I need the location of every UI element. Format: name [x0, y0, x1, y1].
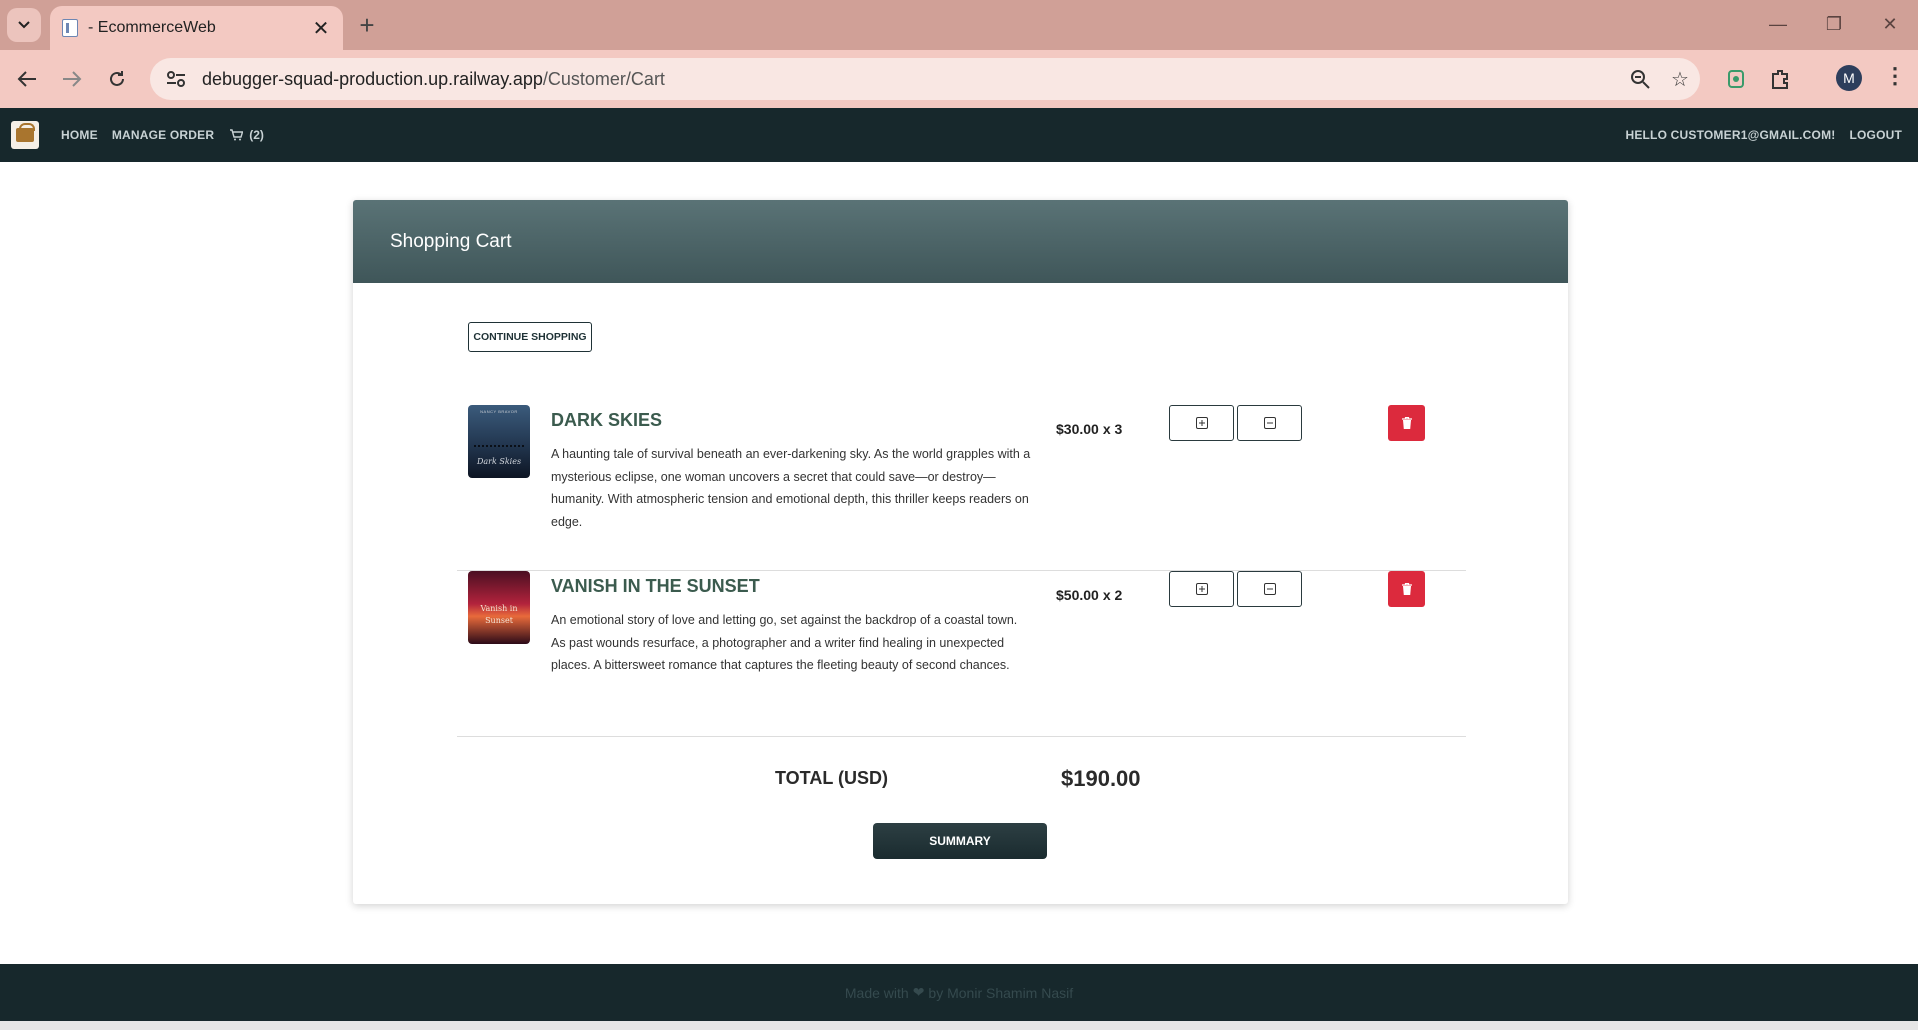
- shopping-basket-icon: [16, 123, 35, 142]
- trash-icon: [1401, 583, 1412, 595]
- trash-icon: [1401, 417, 1412, 429]
- cover-trees-decoration: [474, 445, 524, 451]
- continue-shopping-button[interactable]: CONTINUE SHOPPING: [468, 322, 592, 352]
- nav-cart-link[interactable]: (2): [230, 128, 264, 142]
- minus-square-icon: [1263, 583, 1276, 595]
- chevron-down-icon: [18, 21, 30, 29]
- item-price: $30.00 x 3: [1056, 421, 1122, 437]
- plus-square-icon: [1195, 417, 1208, 429]
- book-cover-image: NANCY BRAVOR Dark Skies: [468, 405, 530, 478]
- book-cover-image: Vanish in Sunset: [468, 571, 530, 644]
- minimize-icon[interactable]: —: [1750, 0, 1806, 48]
- url-text: debugger-squad-production.up.railway.app…: [202, 69, 1620, 90]
- address-bar[interactable]: debugger-squad-production.up.railway.app…: [150, 58, 1700, 100]
- nav-manage-order-link[interactable]: MANAGE ORDER: [112, 128, 214, 142]
- total-value: $190.00: [1061, 766, 1141, 791]
- cart-title: Shopping Cart: [390, 230, 512, 252]
- summary-button[interactable]: SUMMARY: [873, 823, 1047, 859]
- close-tab-icon[interactable]: ✕: [311, 16, 331, 41]
- item-title: VANISH IN THE SUNSET: [551, 576, 760, 596]
- close-window-icon[interactable]: ✕: [1862, 0, 1918, 48]
- taskbar-strip: [0, 1021, 1918, 1030]
- nav-user-area: HELLO CUSTOMER1@GMAIL.COM! LOGOUT: [1625, 108, 1902, 162]
- page-footer: Made with ❤ by Monir Shamim Nasif: [0, 964, 1918, 1021]
- tab-title: - EcommerceWeb: [88, 19, 216, 36]
- minus-square-icon: [1263, 417, 1276, 429]
- item-description: A haunting tale of survival beneath an e…: [551, 447, 1031, 529]
- page-favicon-icon: [62, 19, 78, 37]
- footer-author: by Monir Shamim Nasif: [928, 984, 1074, 1001]
- site-info-icon[interactable]: [156, 58, 196, 100]
- restore-icon[interactable]: ❐: [1806, 0, 1862, 48]
- app-navbar: HOME MANAGE ORDER (2) HELLO CUSTOMER1@GM…: [0, 108, 1918, 162]
- nav-greeting[interactable]: HELLO CUSTOMER1@GMAIL.COM!: [1625, 128, 1835, 142]
- cart-count: (2): [249, 128, 264, 142]
- nav-home-link[interactable]: HOME: [61, 128, 98, 142]
- item-unit-price: $30.00: [1056, 421, 1099, 437]
- cart-item: Vanish in Sunset VANISH IN THE SUNSET An…: [457, 571, 1466, 737]
- forward-arrow-icon[interactable]: [55, 62, 89, 96]
- cover-title: Dark Skies: [476, 457, 522, 466]
- delete-item-button[interactable]: [1388, 571, 1425, 607]
- zoom-icon[interactable]: [1620, 58, 1660, 100]
- window-controls: — ❐ ✕: [1750, 0, 1918, 48]
- nav-logout-link[interactable]: LOGOUT: [1849, 128, 1902, 142]
- item-quantity: x 2: [1102, 587, 1123, 603]
- browser-menu-icon[interactable]: ⋮: [1880, 63, 1910, 89]
- url-host: debugger-squad-production.up.railway.app: [202, 68, 543, 89]
- browser-tab-bar: - EcommerceWeb ✕ + — ❐ ✕: [0, 0, 1918, 50]
- cover-title: Vanish in Sunset: [480, 604, 518, 625]
- footer-prefix: Made with: [844, 984, 909, 1001]
- item-title: DARK SKIES: [551, 410, 663, 430]
- shopping-cart-card: Shopping Cart CONTINUE SHOPPING NANCY BR…: [353, 200, 1568, 904]
- browser-toolbar: debugger-squad-production.up.railway.app…: [0, 50, 1918, 108]
- url-path: /Customer/Cart: [542, 68, 665, 89]
- tab-search-button[interactable]: [7, 8, 41, 42]
- heart-icon: ❤: [912, 984, 925, 1000]
- item-description: An emotional story of love and letting g…: [551, 613, 1018, 673]
- item-price: $50.00 x 2: [1056, 587, 1122, 603]
- total-label: TOTAL (USD): [775, 768, 888, 788]
- delete-item-button[interactable]: [1388, 405, 1425, 441]
- cart-icon: [230, 129, 244, 141]
- reload-icon[interactable]: [100, 62, 134, 96]
- browser-tab[interactable]: - EcommerceWeb ✕: [50, 6, 343, 50]
- cart-header: Shopping Cart: [353, 200, 1568, 283]
- increase-quantity-button[interactable]: [1169, 571, 1234, 607]
- cart-item: NANCY BRAVOR Dark Skies DARK SKIES A hau…: [457, 405, 1466, 571]
- back-arrow-icon[interactable]: [10, 62, 44, 96]
- increase-quantity-button[interactable]: [1169, 405, 1234, 441]
- decrease-quantity-button[interactable]: [1237, 405, 1302, 441]
- item-quantity: x 3: [1102, 421, 1123, 437]
- plus-square-icon: [1195, 583, 1208, 595]
- new-tab-button[interactable]: +: [352, 10, 382, 41]
- decrease-quantity-button[interactable]: [1237, 571, 1302, 607]
- bookmark-star-icon[interactable]: ☆: [1660, 58, 1700, 100]
- cover-author: NANCY BRAVOR: [480, 409, 518, 414]
- extensions-icon[interactable]: [1764, 63, 1796, 95]
- extension-puzzle-green-icon[interactable]: [1720, 63, 1752, 95]
- brand-logo[interactable]: [11, 121, 39, 149]
- profile-avatar[interactable]: M: [1836, 65, 1862, 91]
- item-unit-price: $50.00: [1056, 587, 1099, 603]
